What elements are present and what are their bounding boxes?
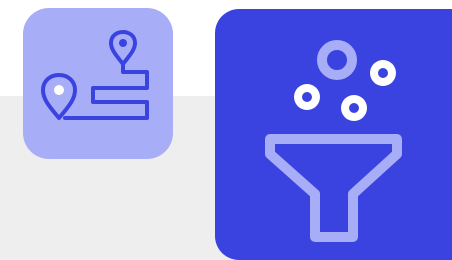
origin-pin-icon (41, 73, 77, 120)
middle-dot-hole (349, 103, 359, 113)
funnel-icon-graphic (265, 40, 402, 242)
right-dot-hole (378, 68, 388, 78)
route-icon-graphic (41, 30, 149, 120)
left-dot-hole (302, 92, 312, 102)
route-line (63, 62, 149, 120)
funnel-filter-icon[interactable] (215, 9, 452, 260)
destination-pin-icon (109, 30, 137, 66)
top-ring-circle (317, 40, 357, 80)
map-route-icon[interactable] (23, 8, 173, 159)
funnel-outline (265, 134, 402, 242)
